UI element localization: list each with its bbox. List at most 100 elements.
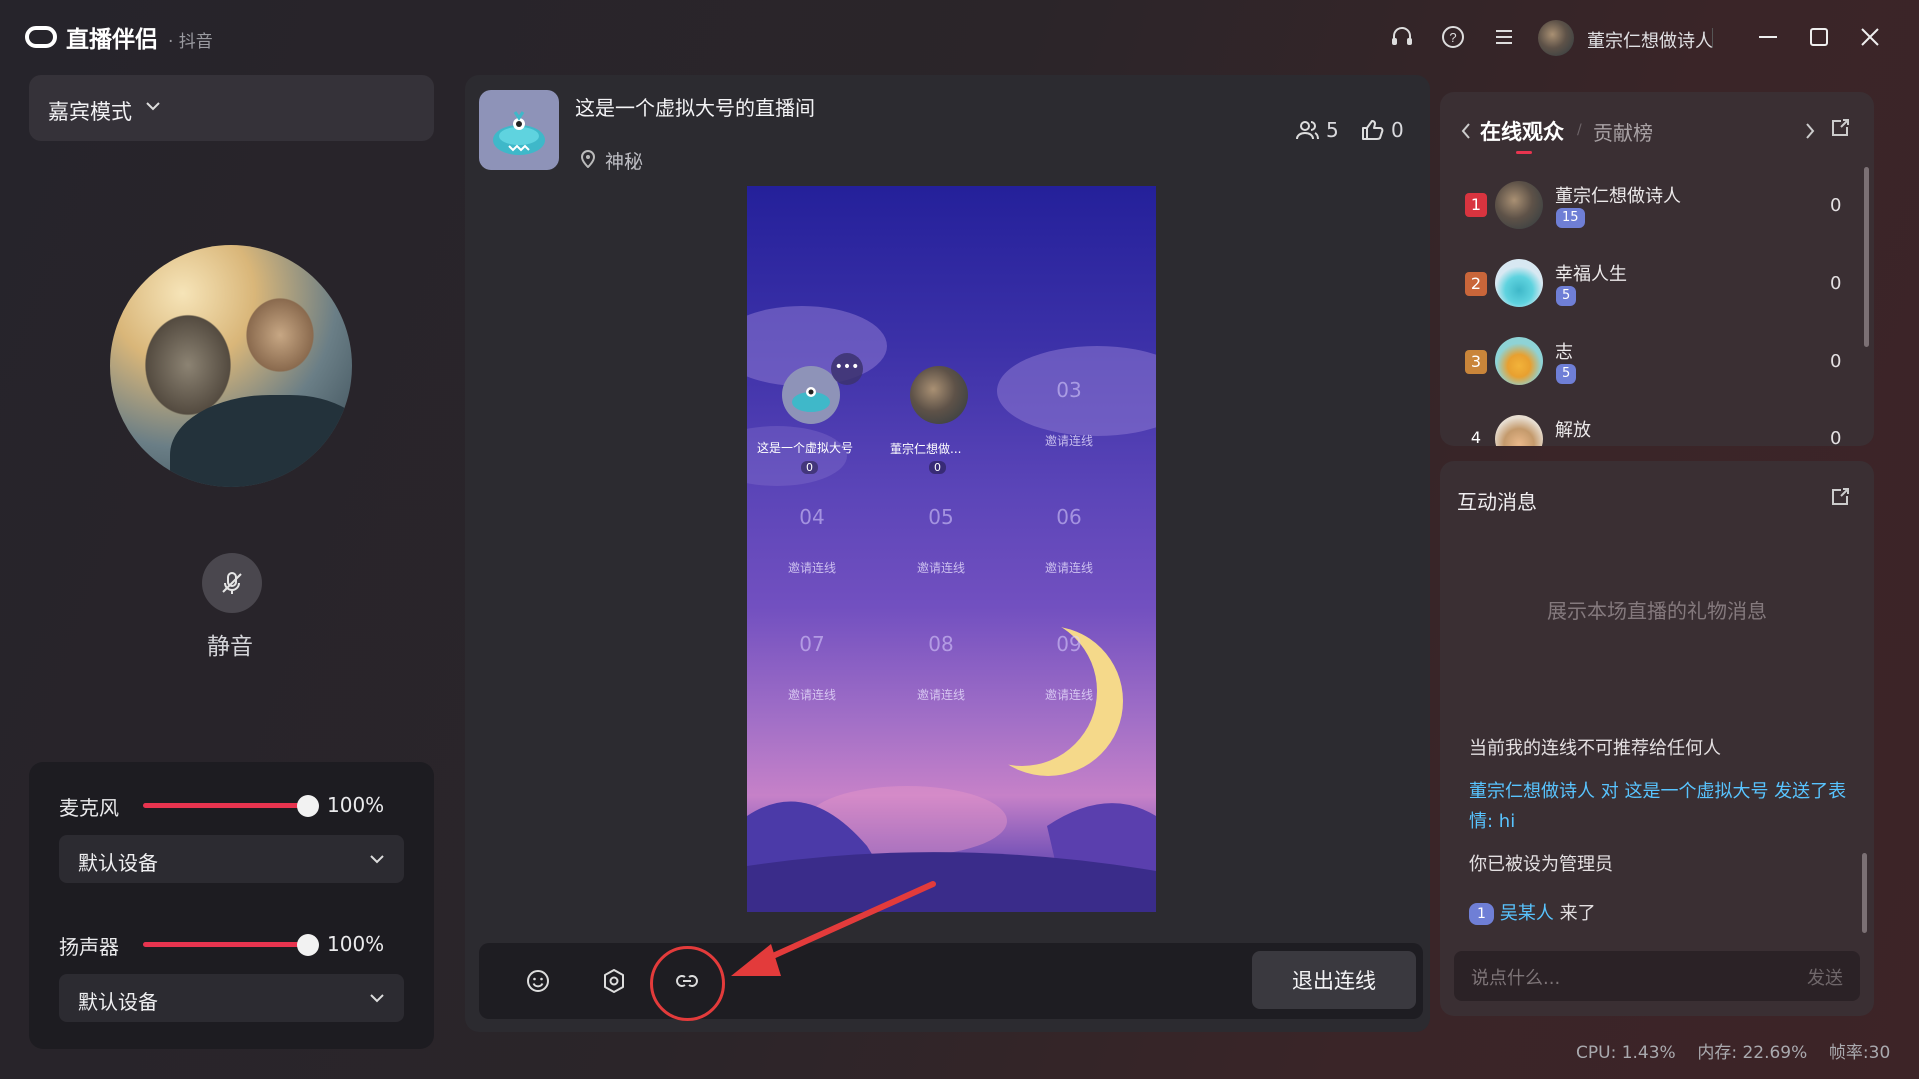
slot-03-invite[interactable]: 邀请连线 — [1024, 432, 1114, 449]
tab-online-audience[interactable]: 在线观众 — [1480, 116, 1564, 146]
send-button[interactable]: 发送 — [1807, 964, 1843, 990]
interaction-panel: 互动消息 展示本场直播的礼物消息 当前我的连线不可推荐给任何人 董宗仁想做诗人 … — [1440, 461, 1874, 1016]
audio-panel: 麦克风 100% 默认设备 扬声器 100% 默认设备 — [29, 762, 434, 1049]
menu-icon[interactable] — [1491, 24, 1517, 50]
slot-08[interactable]: 08 — [906, 632, 976, 656]
audience-score: 0 — [1830, 195, 1842, 216]
host-avatar — [110, 245, 352, 487]
slot-09-invite[interactable]: 邀请连线 — [1024, 686, 1114, 703]
audience-name[interactable]: 董宗仁想做诗人 — [1555, 182, 1681, 208]
viewer-count: 5 — [1296, 118, 1339, 142]
audience-name[interactable]: 解放 — [1555, 416, 1591, 442]
tab-separator: / — [1577, 122, 1582, 138]
settings-icon[interactable] — [600, 967, 628, 995]
mute-label: 静音 — [207, 634, 253, 660]
chat-input-placeholder: 说点什么... — [1471, 968, 1561, 989]
user-avatar[interactable] — [1538, 20, 1574, 56]
audience-avatar[interactable] — [1495, 337, 1543, 385]
seat1-name: 这是一个虚拟大号 — [757, 441, 854, 455]
room-avatar — [479, 90, 559, 170]
slot-08-invite[interactable]: 邀请连线 — [896, 686, 986, 703]
rank-badge: 1 — [1465, 193, 1487, 217]
speaker-device-select[interactable]: 默认设备 — [59, 974, 404, 1022]
svg-text:?: ? — [1449, 30, 1456, 45]
slot-05-invite[interactable]: 邀请连线 — [896, 559, 986, 576]
emote-message: 董宗仁想做诗人 对 这是一个虚拟大号 发送了表情: hi — [1469, 781, 1847, 832]
rank-badge: 3 — [1465, 350, 1487, 374]
rank-badge: 4 — [1470, 428, 1482, 446]
audience-avatar[interactable] — [1495, 415, 1543, 446]
speaker-volume-value: 100% — [327, 932, 385, 956]
speaker-volume-slider[interactable] — [143, 942, 308, 947]
speaker-label: 扬声器 — [59, 935, 119, 959]
room-title: 这是一个虚拟大号的直播间 — [575, 96, 815, 120]
level-badge: 5 — [1556, 286, 1577, 306]
thumbs-up-icon — [1362, 120, 1384, 140]
location-pin-icon — [580, 149, 596, 172]
slot-07[interactable]: 07 — [777, 632, 847, 656]
platform-label: · 抖音 — [168, 32, 213, 52]
slot-05[interactable]: 05 — [906, 505, 976, 529]
level-badge: 5 — [1556, 364, 1577, 384]
slot-09[interactable]: 09 — [1034, 632, 1104, 656]
live-stage: 这是一个虚拟大号 0 董宗仁想做... 0 03 邀请连线 04 邀请连线 05… — [747, 186, 1156, 912]
annotation-circle — [650, 946, 725, 1021]
headset-icon[interactable] — [1389, 24, 1415, 50]
system-message: 当前我的连线不可推荐给任何人 — [1469, 738, 1721, 759]
help-icon[interactable]: ? — [1440, 24, 1466, 50]
popout-icon[interactable] — [1830, 118, 1850, 142]
audience-score: 0 — [1830, 351, 1842, 372]
speaker-volume-knob[interactable] — [297, 934, 319, 956]
slot-06-invite[interactable]: 邀请连线 — [1024, 559, 1114, 576]
audience-name[interactable]: 志 — [1555, 338, 1573, 364]
mic-device-select[interactable]: 默认设备 — [59, 835, 404, 883]
mute-button[interactable] — [202, 553, 262, 613]
title-bar: 直播伴侣 · 抖音 ? 董宗仁想做诗人 — [0, 0, 1919, 74]
audience-score: 0 — [1830, 273, 1842, 294]
more-options-icon[interactable]: ••• — [831, 353, 863, 385]
mic-label: 麦克风 — [59, 796, 119, 820]
audience-name[interactable]: 幸福人生 — [1555, 260, 1627, 286]
audience-score: 0 — [1830, 428, 1842, 446]
slot-06[interactable]: 06 — [1034, 505, 1104, 529]
join-text: 来了 — [1553, 903, 1596, 924]
interaction-title: 互动消息 — [1457, 490, 1537, 514]
divider — [1712, 28, 1713, 48]
audience-avatar[interactable] — [1495, 259, 1543, 307]
chevron-right-icon[interactable] — [1804, 122, 1816, 144]
slot-04[interactable]: 04 — [777, 505, 847, 529]
tab-contribution[interactable]: 贡献榜 — [1593, 117, 1653, 146]
active-tab-indicator — [1516, 151, 1532, 154]
room-location: 神秘 — [605, 151, 644, 173]
slot-07-invite[interactable]: 邀请连线 — [767, 686, 857, 703]
user-name[interactable]: 董宗仁想做诗人 — [1587, 27, 1713, 53]
popout-icon[interactable] — [1830, 487, 1850, 511]
maximize-icon[interactable] — [1806, 24, 1832, 50]
seat2-count: 0 — [929, 461, 946, 474]
memory-usage: 内存: 22.69% — [1697, 1043, 1808, 1063]
bottom-toolbar: 退出连线 — [479, 943, 1423, 1019]
mic-volume-knob[interactable] — [297, 795, 319, 817]
chevron-left-icon[interactable] — [1460, 122, 1472, 144]
mic-device-value: 默认设备 — [78, 851, 158, 875]
slot-03[interactable]: 03 — [1034, 378, 1104, 402]
chat-input[interactable]: 说点什么... 发送 — [1454, 951, 1860, 1001]
app-logo-icon — [25, 26, 57, 48]
seat2-avatar[interactable] — [910, 366, 968, 424]
minimize-icon[interactable] — [1755, 24, 1781, 50]
join-message: 1 吴某人 来了 — [1469, 899, 1854, 929]
speaker-device-value: 默认设备 — [78, 990, 158, 1014]
slot-04-invite[interactable]: 邀请连线 — [767, 559, 857, 576]
join-user[interactable]: 吴某人 — [1500, 903, 1554, 924]
close-icon[interactable] — [1857, 24, 1883, 50]
interaction-scrollbar[interactable] — [1862, 853, 1867, 933]
people-icon — [1296, 121, 1319, 140]
app-name: 直播伴侣 — [66, 27, 158, 53]
exit-connection-button[interactable]: 退出连线 — [1252, 951, 1416, 1009]
audience-scrollbar[interactable] — [1864, 167, 1869, 347]
cpu-usage: CPU: 1.43% — [1576, 1043, 1676, 1063]
mode-dropdown[interactable]: 嘉宾模式 — [29, 75, 434, 141]
mic-volume-slider[interactable] — [143, 803, 308, 808]
emoji-icon[interactable] — [524, 967, 552, 995]
audience-avatar[interactable] — [1495, 181, 1543, 229]
